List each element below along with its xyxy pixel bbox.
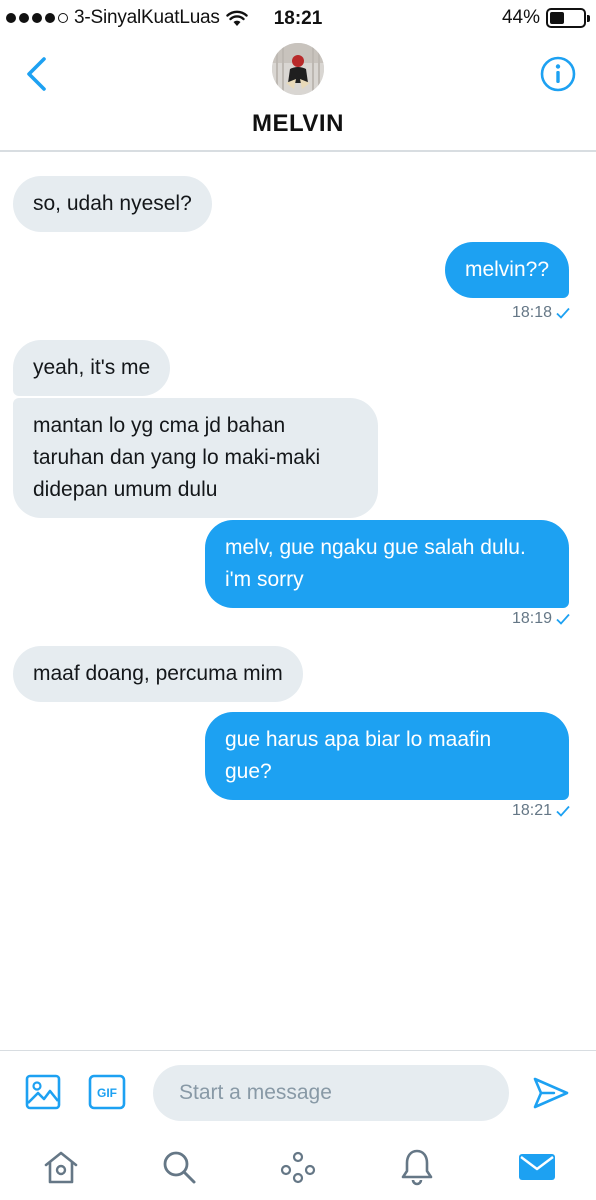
add-photo-button[interactable] bbox=[24, 1073, 62, 1111]
message-text-line: taruhan dan yang lo maki-maki bbox=[33, 446, 321, 469]
profile-photo bbox=[272, 43, 324, 95]
message-bubble-incoming[interactable]: so, udah nyesel? bbox=[13, 176, 212, 232]
message-bubble-outgoing[interactable]: melvin?? bbox=[444, 242, 569, 298]
message-text: yeah, it's me bbox=[33, 356, 151, 379]
message-bubble-incoming[interactable]: maaf doang, percuma mim bbox=[13, 646, 303, 702]
envelope-icon bbox=[519, 1154, 555, 1180]
status-bar: 3-SinyalKuatLuas 18:21 44% bbox=[0, 0, 596, 36]
image-icon bbox=[25, 1074, 61, 1110]
contact-name: MELVIN bbox=[252, 110, 344, 137]
back-button[interactable] bbox=[16, 54, 56, 94]
message-composer: GIF bbox=[0, 1050, 596, 1135]
message-text: maaf doang, percuma mim bbox=[33, 662, 283, 685]
message-bubble-incoming[interactable]: yeah, it's me bbox=[13, 340, 171, 396]
message-input[interactable] bbox=[153, 1065, 509, 1121]
tab-messages[interactable] bbox=[517, 1147, 557, 1187]
timestamp-text: 18:18 bbox=[511, 304, 552, 321]
tab-search[interactable] bbox=[159, 1147, 199, 1187]
info-button[interactable] bbox=[538, 54, 578, 94]
message-text: melvin?? bbox=[464, 258, 549, 281]
gif-label: GIF bbox=[97, 1086, 117, 1100]
message-timestamp: 18:18 bbox=[512, 304, 570, 322]
home-icon bbox=[44, 1151, 78, 1184]
tab-notifications[interactable] bbox=[397, 1147, 437, 1187]
send-icon bbox=[533, 1077, 569, 1109]
message-text-line: gue harus apa biar lo maafin bbox=[225, 728, 492, 751]
read-check-icon bbox=[556, 805, 570, 817]
message-timestamp: 18:19 bbox=[512, 610, 570, 628]
tab-home[interactable] bbox=[41, 1147, 81, 1187]
message-text-line: mantan lo yg cma jd bahan bbox=[33, 414, 286, 437]
battery-icon bbox=[546, 8, 590, 28]
moments-icon bbox=[280, 1151, 316, 1184]
tab-moments[interactable] bbox=[278, 1147, 318, 1187]
conversation: so, udah nyesel? melvin?? 18:18 yeah, it… bbox=[0, 154, 596, 1050]
message-bubble-outgoing[interactable]: gue harus apa biar lo maafin gue? bbox=[205, 712, 569, 800]
read-check-icon bbox=[556, 613, 570, 625]
add-gif-button[interactable]: GIF bbox=[88, 1073, 126, 1111]
battery-percentage: 44% bbox=[501, 7, 540, 28]
send-button[interactable] bbox=[532, 1075, 570, 1111]
message-timestamp: 18:21 bbox=[512, 802, 570, 820]
message-bubble-incoming[interactable]: mantan lo yg cma jd bahan taruhan dan ya… bbox=[13, 398, 378, 518]
gif-icon: GIF bbox=[88, 1074, 126, 1110]
timestamp-text: 18:19 bbox=[511, 610, 552, 627]
message-text-line: didepan umum dulu bbox=[33, 478, 218, 501]
read-check-icon bbox=[556, 307, 570, 319]
avatar[interactable] bbox=[272, 43, 324, 95]
message-text-line: gue? bbox=[225, 760, 272, 783]
chevron-left-icon bbox=[27, 57, 46, 91]
status-right: 44% bbox=[501, 7, 590, 29]
message-bubble-outgoing[interactable]: melv, gue ngaku gue salah dulu. i'm sorr… bbox=[205, 520, 569, 608]
search-icon bbox=[163, 1151, 196, 1184]
message-text-line: melv, gue ngaku gue salah dulu. bbox=[225, 536, 526, 559]
info-icon bbox=[540, 56, 576, 92]
message-text-line: i'm sorry bbox=[225, 568, 304, 591]
message-text: so, udah nyesel? bbox=[33, 192, 192, 215]
bell-icon bbox=[401, 1149, 433, 1186]
timestamp-text: 18:21 bbox=[511, 802, 552, 819]
tab-bar bbox=[0, 1135, 596, 1200]
conversation-header: MELVIN bbox=[0, 36, 596, 152]
